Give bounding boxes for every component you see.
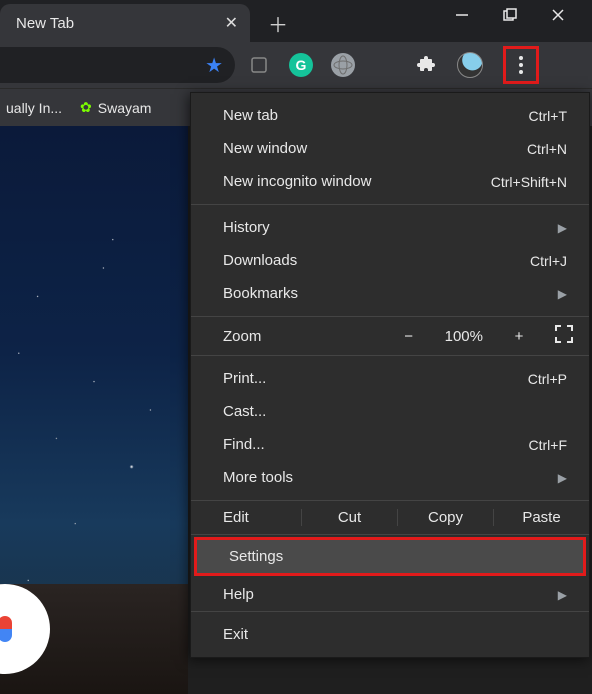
menu-exit[interactable]: Exit xyxy=(191,618,589,651)
microphone-icon xyxy=(0,616,12,642)
chevron-right-icon: ▶ xyxy=(558,471,567,485)
omnibox[interactable]: ★ xyxy=(0,47,235,83)
menu-more-tools[interactable]: More tools ▶ xyxy=(191,461,589,494)
menu-label: Settings xyxy=(229,548,283,565)
chrome-main-menu: New tab Ctrl+T New window Ctrl+N New inc… xyxy=(190,92,590,658)
globe-icon[interactable] xyxy=(331,53,355,77)
kebab-highlight xyxy=(503,46,539,84)
shortcut-label: Ctrl+F xyxy=(529,437,568,453)
menu-new-tab[interactable]: New tab Ctrl+T xyxy=(191,99,589,132)
menu-zoom-row: Zoom − 100% + xyxy=(191,317,589,355)
new-tab-button[interactable]: ＋ xyxy=(262,7,294,39)
menu-cast[interactable]: Cast... xyxy=(191,395,589,428)
menu-label: New incognito window xyxy=(223,173,371,190)
chevron-right-icon: ▶ xyxy=(558,287,567,301)
menu-downloads[interactable]: Downloads Ctrl+J xyxy=(191,244,589,277)
edit-paste-button[interactable]: Paste xyxy=(493,509,589,526)
tab-title: New Tab xyxy=(16,15,74,32)
zoom-value: 100% xyxy=(445,328,483,345)
browser-tab[interactable]: New Tab ✕ xyxy=(0,4,250,42)
menu-divider xyxy=(191,534,589,535)
extensions-puzzle-icon[interactable] xyxy=(415,53,439,77)
menu-bookmarks[interactable]: Bookmarks ▶ xyxy=(191,277,589,310)
menu-new-window[interactable]: New window Ctrl+N xyxy=(191,132,589,165)
settings-highlight: Settings xyxy=(194,537,586,576)
bookmark-star-icon[interactable]: ★ xyxy=(205,53,223,78)
zoom-out-button[interactable]: − xyxy=(399,328,419,345)
bookmark-label: Swayam xyxy=(98,100,152,116)
window-controls xyxy=(452,0,592,34)
extension-icons: G xyxy=(247,46,547,84)
chevron-right-icon: ▶ xyxy=(558,221,567,235)
chevron-right-icon: ▶ xyxy=(558,588,567,602)
close-tab-icon[interactable]: ✕ xyxy=(225,13,238,33)
menu-label: Print... xyxy=(223,370,266,387)
pen-extension-icon[interactable] xyxy=(373,53,397,77)
maximize-button[interactable] xyxy=(500,8,520,27)
bookmark-item[interactable]: ✿ Swayam xyxy=(80,99,151,116)
menu-history[interactable]: History ▶ xyxy=(191,211,589,244)
menu-label: Bookmarks xyxy=(223,285,298,302)
menu-edit-row: Edit Cut Copy Paste xyxy=(191,501,589,534)
shortcut-label: Ctrl+J xyxy=(530,253,567,269)
edit-copy-button[interactable]: Copy xyxy=(397,509,493,526)
minimize-button[interactable] xyxy=(452,8,472,27)
menu-settings[interactable]: Settings xyxy=(197,540,583,573)
new-tab-background xyxy=(0,126,188,694)
menu-label: New tab xyxy=(223,107,278,124)
menu-label: Find... xyxy=(223,436,265,453)
menu-label: New window xyxy=(223,140,307,157)
profile-avatar[interactable] xyxy=(457,52,483,78)
menu-print[interactable]: Print... Ctrl+P xyxy=(191,362,589,395)
menu-find[interactable]: Find... Ctrl+F xyxy=(191,428,589,461)
menu-label: History xyxy=(223,219,270,236)
menu-label: Zoom xyxy=(223,328,399,345)
shortcut-label: Ctrl+Shift+N xyxy=(491,174,567,190)
swayam-icon: ✿ xyxy=(80,99,92,116)
menu-kebab-icon[interactable] xyxy=(512,55,530,75)
edit-cut-button[interactable]: Cut xyxy=(301,509,397,526)
menu-incognito[interactable]: New incognito window Ctrl+Shift+N xyxy=(191,165,589,198)
zoom-in-button[interactable]: + xyxy=(509,328,529,345)
menu-label: Cast... xyxy=(223,403,266,420)
fullscreen-icon[interactable] xyxy=(555,325,573,347)
shortcut-label: Ctrl+P xyxy=(528,371,567,387)
bookmark-item[interactable]: ually In... xyxy=(6,100,62,116)
menu-label: Downloads xyxy=(223,252,297,269)
extension-box-icon[interactable] xyxy=(247,53,271,77)
close-window-button[interactable] xyxy=(548,8,568,27)
menu-label: Exit xyxy=(223,626,248,643)
toolbar: ★ G xyxy=(0,42,592,88)
grammarly-icon[interactable]: G xyxy=(289,53,313,77)
menu-label: Edit xyxy=(223,509,301,526)
menu-label: More tools xyxy=(223,469,293,486)
menu-label: Help xyxy=(223,586,254,603)
shortcut-label: Ctrl+N xyxy=(527,141,567,157)
menu-help[interactable]: Help ▶ xyxy=(191,578,589,611)
bookmark-label: ually In... xyxy=(6,100,62,116)
shortcut-label: Ctrl+T xyxy=(529,108,568,124)
